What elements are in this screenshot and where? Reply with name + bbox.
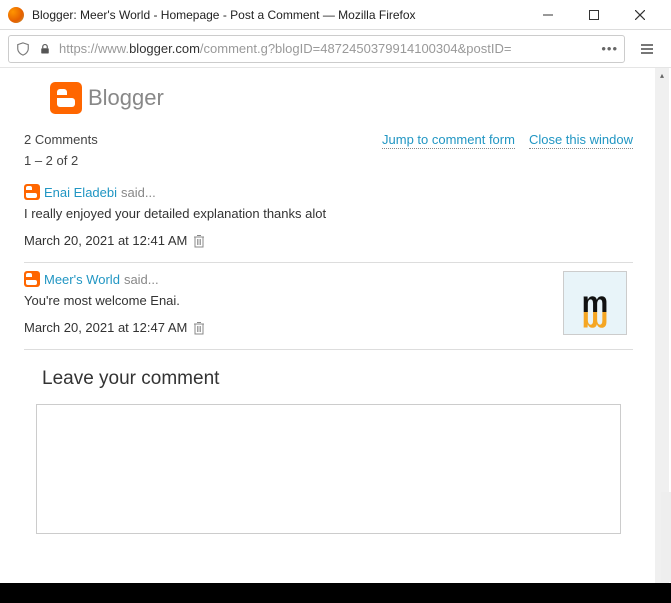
- blogger-header: Blogger: [0, 68, 653, 132]
- address-bar: https://www.blogger.com/comment.g?blogID…: [0, 30, 671, 68]
- comment-textarea[interactable]: [36, 404, 621, 534]
- lock-icon: [37, 41, 53, 57]
- comment-item: m m Meer's World said... You're most wel…: [24, 263, 633, 350]
- comment-range: 1 – 2 of 2: [24, 153, 98, 168]
- close-button[interactable]: [617, 0, 663, 30]
- blogger-mini-icon: [24, 271, 40, 287]
- maximize-button[interactable]: [571, 0, 617, 30]
- window-titlebar: Blogger: Meer's World - Homepage - Post …: [0, 0, 671, 30]
- said-text: said...: [124, 272, 159, 287]
- scrollbar-up-icon[interactable]: ▴: [655, 68, 669, 82]
- comment-date: March 20, 2021 at 12:47 AM: [24, 320, 187, 335]
- delete-icon[interactable]: [193, 321, 205, 335]
- leave-comment-heading: Leave your comment: [24, 350, 633, 404]
- comment-item: Enai Eladebi said... I really enjoyed yo…: [24, 176, 633, 263]
- url-domain: blogger.: [129, 41, 175, 56]
- url-tld: com: [175, 41, 200, 56]
- avatar: m m: [563, 271, 627, 335]
- comment-count: 2 Comments: [24, 132, 98, 147]
- page-actions-icon[interactable]: •••: [595, 41, 618, 56]
- url-field[interactable]: https://www.blogger.com/comment.g?blogID…: [8, 35, 625, 63]
- right-gutter: [661, 492, 671, 582]
- url-path: /comment.g?blogID=4872450379914100304&po…: [200, 41, 512, 56]
- comment-date: March 20, 2021 at 12:41 AM: [24, 233, 187, 248]
- blogger-mini-icon: [24, 184, 40, 200]
- comment-author-link[interactable]: Meer's World: [44, 272, 120, 287]
- firefox-icon: [8, 7, 24, 23]
- blogger-brand: Blogger: [88, 85, 164, 111]
- blogger-logo-icon: [50, 82, 82, 114]
- minimize-button[interactable]: [525, 0, 571, 30]
- bottom-strip: [0, 583, 671, 603]
- said-text: said...: [121, 185, 156, 200]
- close-window-link[interactable]: Close this window: [529, 132, 633, 149]
- page-content: Blogger 2 Comments 1 – 2 of 2 Jump to co…: [0, 68, 653, 603]
- comment-author-link[interactable]: Enai Eladebi: [44, 185, 117, 200]
- menu-button[interactable]: [631, 35, 663, 63]
- comment-body: I really enjoyed your detailed explanati…: [24, 206, 633, 221]
- window-title: Blogger: Meer's World - Homepage - Post …: [32, 8, 525, 22]
- comment-body: You're most welcome Enai.: [24, 293, 633, 308]
- jump-to-form-link[interactable]: Jump to comment form: [382, 132, 515, 149]
- delete-icon[interactable]: [193, 234, 205, 248]
- url-proto: https://www.: [59, 41, 129, 56]
- shield-icon: [15, 41, 31, 57]
